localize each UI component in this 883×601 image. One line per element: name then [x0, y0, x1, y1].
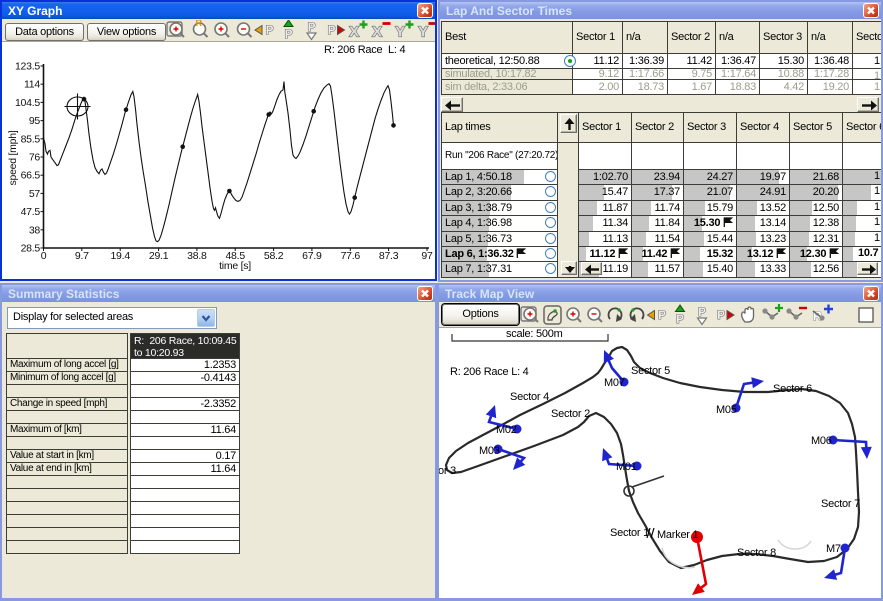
svg-text:M03: M03	[479, 445, 500, 457]
svg-text:Sector 3: Sector 3	[439, 465, 456, 477]
svg-text:67.9: 67.9	[302, 250, 322, 262]
svg-text:95: 95	[29, 115, 41, 127]
svg-text:scale: 500m: scale: 500m	[506, 328, 563, 340]
svg-text:28.5: 28.5	[21, 243, 41, 255]
svg-text:M01: M01	[616, 461, 637, 473]
svg-text:29.1: 29.1	[149, 250, 169, 262]
svg-text:104.5: 104.5	[15, 97, 40, 109]
svg-text:M06: M06	[811, 435, 832, 447]
svg-text:123.5: 123.5	[15, 61, 40, 73]
svg-text:Marker 1: Marker 1	[657, 529, 699, 541]
svg-text:9.7: 9.7	[75, 250, 89, 262]
svg-text:R: 206 Race L: 4: R: 206 Race L: 4	[450, 366, 529, 378]
svg-text:85.5: 85.5	[21, 133, 41, 145]
svg-text:47.5: 47.5	[21, 206, 41, 218]
svg-text:M02: M02	[496, 424, 517, 436]
svg-text:Sector 8: Sector 8	[737, 547, 776, 559]
svg-text:Sector 7: Sector 7	[821, 498, 860, 510]
svg-text:Sector 4: Sector 4	[510, 391, 549, 403]
svg-text:66.5: 66.5	[21, 170, 41, 182]
svg-text:Sector 1: Sector 1	[610, 527, 649, 539]
svg-text:speed [mph]: speed [mph]	[7, 130, 19, 185]
svg-text:M7: M7	[826, 543, 841, 555]
svg-text:M05: M05	[716, 404, 737, 416]
svg-text:Sector 6: Sector 6	[773, 383, 812, 395]
svg-text:time [s]: time [s]	[219, 260, 251, 272]
svg-text:38.8: 38.8	[187, 250, 207, 262]
svg-text:19.4: 19.4	[110, 250, 130, 262]
svg-text:58.2: 58.2	[264, 250, 284, 262]
svg-text:Sector 5: Sector 5	[631, 365, 670, 377]
svg-text:38: 38	[29, 224, 41, 236]
svg-text:77.6: 77.6	[341, 250, 361, 262]
svg-text:114: 114	[24, 79, 40, 91]
svg-text:76: 76	[29, 152, 41, 164]
svg-text:57: 57	[29, 188, 41, 200]
svg-text:87.3: 87.3	[379, 250, 399, 262]
svg-text:Sector 2: Sector 2	[551, 408, 590, 420]
svg-text:97: 97	[421, 250, 433, 262]
svg-text:0: 0	[41, 250, 47, 262]
svg-text:M07: M07	[604, 377, 625, 389]
